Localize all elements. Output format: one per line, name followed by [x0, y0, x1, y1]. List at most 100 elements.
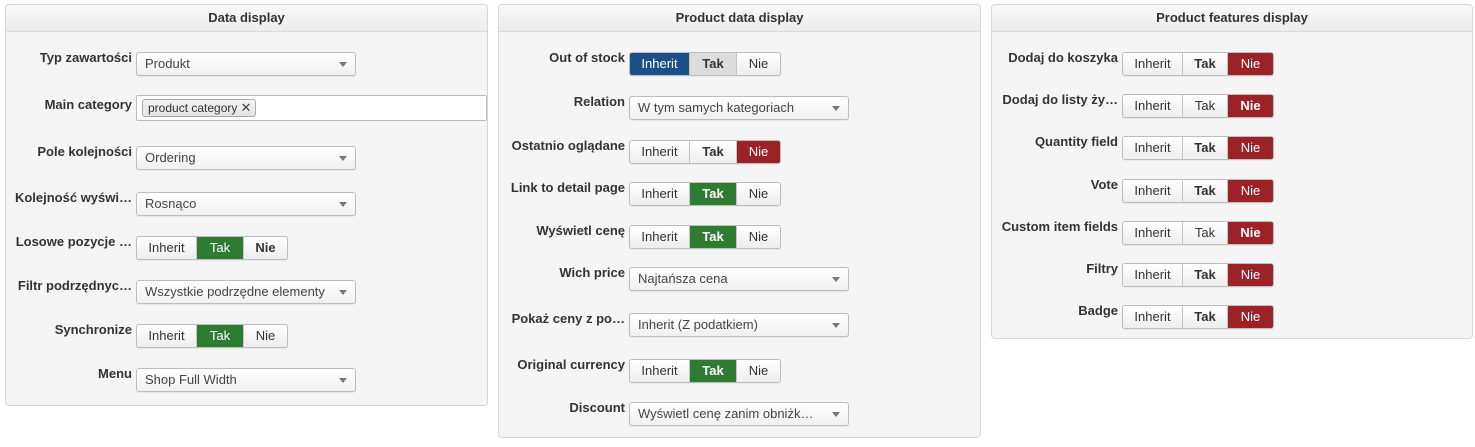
- inherit-button[interactable]: Inherit: [1123, 180, 1183, 202]
- show-price-row: Wyświetl cenę Inherit Tak Nie: [499, 221, 980, 249]
- tak-button[interactable]: Tak: [690, 183, 737, 205]
- add-to-wishlist-label: Dodaj do listy ży…: [1002, 92, 1118, 107]
- chevron-down-icon: [339, 62, 347, 67]
- order-field-label: Pole kolejności: [37, 144, 132, 159]
- relation-row: Relation W tym samych kategoriach: [499, 92, 980, 120]
- tak-button[interactable]: Tak: [1183, 264, 1228, 286]
- add-to-wishlist-row: Dodaj do listy ży… Inherit Tak Nie: [992, 90, 1472, 118]
- child-filter-label: Filtr podrzędnyc…: [17, 278, 132, 293]
- discount-select[interactable]: Wyświetl cenę zanim obniżk…: [629, 402, 849, 426]
- vote-toggle: Inherit Tak Nie: [1122, 179, 1274, 203]
- tak-button[interactable]: Tak: [1183, 222, 1228, 244]
- tak-button[interactable]: Tak: [197, 325, 244, 347]
- original-currency-row: Original currency Inherit Tak Nie: [499, 355, 980, 383]
- detail-link-toggle: Inherit Tak Nie: [629, 182, 781, 206]
- tak-button[interactable]: Tak: [197, 237, 244, 259]
- original-currency-label: Original currency: [517, 357, 625, 372]
- random-items-row: Losowe pozycje … Inherit Tak Nie: [6, 232, 487, 260]
- nie-button[interactable]: Nie: [1228, 95, 1273, 117]
- tak-button[interactable]: Tak: [690, 141, 737, 163]
- data-display-panel: Data display Typ zawartości Produkt Main…: [5, 4, 488, 406]
- panel-title: Data display: [6, 5, 487, 32]
- tak-button[interactable]: Tak: [690, 360, 737, 382]
- filters-toggle: Inherit Tak Nie: [1122, 263, 1274, 287]
- discount-value: Wyświetl cenę zanim obniżk…: [638, 406, 814, 421]
- nie-button[interactable]: Nie: [737, 53, 780, 75]
- tak-button[interactable]: Tak: [690, 53, 737, 75]
- tak-button[interactable]: Tak: [1183, 306, 1228, 328]
- nie-button[interactable]: Nie: [244, 237, 287, 259]
- inherit-button[interactable]: Inherit: [630, 226, 690, 248]
- tak-button[interactable]: Tak: [1183, 53, 1228, 75]
- inherit-button[interactable]: Inherit: [137, 325, 197, 347]
- nie-button[interactable]: Nie: [737, 226, 780, 248]
- nie-button[interactable]: Nie: [1228, 180, 1273, 202]
- inherit-button[interactable]: Inherit: [137, 237, 197, 259]
- chevron-down-icon: [832, 106, 840, 111]
- display-order-label: Kolejność wyświ…: [14, 190, 132, 205]
- chevron-down-icon: [832, 277, 840, 282]
- relation-label: Relation: [573, 94, 625, 109]
- category-tag: product category ✕: [142, 99, 257, 117]
- order-field-select[interactable]: Ordering: [136, 146, 356, 170]
- display-order-row: Kolejność wyświ… Rosnąco: [6, 188, 487, 216]
- main-category-label: Main category: [44, 97, 132, 112]
- inherit-button[interactable]: Inherit: [630, 141, 690, 163]
- inherit-button[interactable]: Inherit: [1123, 95, 1183, 117]
- nie-button[interactable]: Nie: [1228, 306, 1273, 328]
- panel-title: Product features display: [992, 5, 1472, 32]
- tak-button[interactable]: Tak: [1183, 137, 1228, 159]
- inherit-button[interactable]: Inherit: [630, 183, 690, 205]
- which-price-select[interactable]: Najtańsza cena: [629, 267, 849, 291]
- price-tax-row: Pokaż ceny z po… Inherit (Z podatkiem): [499, 309, 980, 337]
- nie-button[interactable]: Nie: [1228, 137, 1273, 159]
- price-tax-select[interactable]: Inherit (Z podatkiem): [629, 313, 849, 337]
- content-type-row: Typ zawartości Produkt: [6, 48, 487, 76]
- close-icon[interactable]: ✕: [240, 100, 251, 116]
- tak-button[interactable]: Tak: [1183, 180, 1228, 202]
- tak-button[interactable]: Tak: [690, 226, 737, 248]
- inherit-button[interactable]: Inherit: [1123, 137, 1183, 159]
- inherit-button[interactable]: Inherit: [1123, 53, 1183, 75]
- discount-row: Discount Wyświetl cenę zanim obniżk…: [499, 398, 980, 426]
- synchronize-toggle: Inherit Tak Nie: [136, 324, 288, 348]
- filters-row: Filtry Inherit Tak Nie: [992, 259, 1472, 287]
- badge-toggle: Inherit Tak Nie: [1122, 305, 1274, 329]
- inherit-button[interactable]: Inherit: [630, 360, 690, 382]
- nie-button[interactable]: Nie: [1228, 222, 1273, 244]
- relation-select[interactable]: W tym samych kategoriach: [629, 96, 849, 120]
- nie-button[interactable]: Nie: [244, 325, 287, 347]
- nie-button[interactable]: Nie: [737, 183, 780, 205]
- nie-button[interactable]: Nie: [737, 141, 780, 163]
- inherit-button[interactable]: Inherit: [1123, 222, 1183, 244]
- recently-viewed-row: Ostatnio oglądane Inherit Tak Nie: [499, 136, 980, 164]
- order-field-row: Pole kolejności Ordering: [6, 142, 487, 170]
- menu-select[interactable]: Shop Full Width: [136, 368, 356, 392]
- which-price-value: Najtańsza cena: [638, 271, 728, 286]
- random-items-label: Losowe pozycje …: [15, 234, 132, 249]
- chevron-down-icon: [832, 412, 840, 417]
- child-filter-select[interactable]: Wszystkie podrzędne elementy: [136, 280, 356, 304]
- inherit-button[interactable]: Inherit: [1123, 306, 1183, 328]
- inherit-button[interactable]: Inherit: [630, 53, 690, 75]
- main-category-input[interactable]: product category ✕: [136, 95, 487, 121]
- inherit-button[interactable]: Inherit: [1123, 264, 1183, 286]
- child-filter-value: Wszystkie podrzędne elementy: [145, 284, 325, 299]
- tak-button[interactable]: Tak: [1183, 95, 1228, 117]
- show-price-toggle: Inherit Tak Nie: [629, 225, 781, 249]
- chevron-down-icon: [832, 323, 840, 328]
- custom-item-fields-toggle: Inherit Tak Nie: [1122, 221, 1274, 245]
- display-order-select[interactable]: Rosnąco: [136, 192, 356, 216]
- synchronize-row: Synchronize Inherit Tak Nie: [6, 320, 487, 348]
- quantity-field-row: Quantity field Inherit Tak Nie: [992, 132, 1472, 160]
- nie-button[interactable]: Nie: [737, 360, 780, 382]
- content-type-select[interactable]: Produkt: [136, 52, 356, 76]
- relation-value: W tym samych kategoriach: [638, 100, 795, 115]
- which-price-row: Wich price Najtańsza cena: [499, 263, 980, 291]
- content-type-value: Produkt: [145, 56, 190, 71]
- nie-button[interactable]: Nie: [1228, 264, 1273, 286]
- vote-label: Vote: [1090, 177, 1118, 192]
- synchronize-label: Synchronize: [54, 322, 132, 337]
- nie-button[interactable]: Nie: [1228, 53, 1273, 75]
- quantity-field-toggle: Inherit Tak Nie: [1122, 136, 1274, 160]
